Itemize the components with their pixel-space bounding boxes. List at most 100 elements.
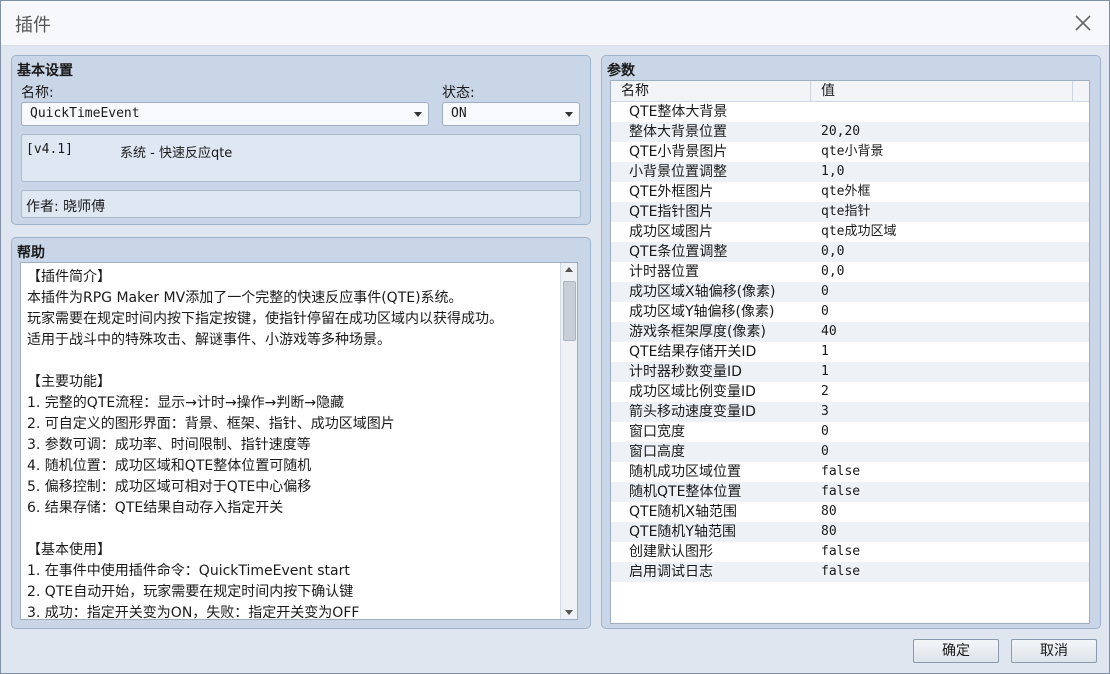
column-header-value[interactable]: 值 [811, 81, 1073, 101]
close-icon [1075, 15, 1091, 31]
column-header-name[interactable]: 名称 [611, 81, 811, 101]
param-name: 创建默认图形 [629, 544, 713, 560]
table-row[interactable]: 计时器位置 0,0 [611, 262, 1089, 282]
param-name: 整体大背景位置 [629, 124, 727, 140]
parameter-rows: QTE整体大背景 整体大背景位置 20,20 QTE小背景图片 qte小背景小背景位置调… [611, 102, 1089, 582]
status-value: ON [451, 106, 467, 121]
table-row[interactable]: QTE整体大背景 [611, 102, 1089, 122]
chevron-down-icon [565, 112, 573, 117]
cancel-button[interactable]: 取消 [1011, 639, 1097, 663]
table-row[interactable]: 成功区域X轴偏移(像素) 0 [611, 282, 1089, 302]
param-name: 窗口高度 [629, 444, 685, 460]
help-title: 帮助 [17, 245, 45, 261]
basic-settings-panel: 基本设置 名称: 状态: QuickTimeEvent ON [v4.1] 系统… [11, 55, 591, 225]
plugin-dialog: 插件 基本设置 名称: 状态: QuickTimeEvent ON [v4.1]… [0, 0, 1110, 674]
param-name: QTE指针图片 [629, 204, 714, 220]
table-row[interactable]: 随机成功区域位置 false [611, 462, 1089, 482]
table-row[interactable]: QTE随机X轴范围 80 [611, 502, 1089, 522]
help-line: 2. 可自定义的图形界面：背景、框架、指针、成功区域图片 [27, 416, 395, 432]
author-box: 作者: 晓师傅 [21, 190, 581, 218]
param-value: 0,0 [821, 244, 845, 259]
table-row[interactable]: 整体大背景位置 20,20 [611, 122, 1089, 142]
basic-settings-title: 基本设置 [17, 63, 73, 79]
close-button[interactable] [1071, 11, 1095, 35]
plugin-description: 系统 - 快速反应qte [120, 146, 233, 161]
parameters-table: 名称 值 QTE整体大背景 整体大背景位置 20,20 QTE小背景图片 qte小背景小… [610, 80, 1090, 624]
table-row[interactable]: QTE小背景图片 qte小背景 [611, 142, 1089, 162]
table-row[interactable]: 窗口高度 0 [611, 442, 1089, 462]
param-value: 0 [821, 424, 829, 439]
status-select[interactable]: ON [442, 102, 580, 126]
param-value: 2 [821, 384, 829, 399]
description-box: [v4.1] 系统 - 快速反应qte [21, 134, 581, 182]
param-value: 3 [821, 404, 829, 419]
param-name: 成功区域Y轴偏移(像素) [629, 304, 775, 320]
help-line: 【插件简介】 [27, 269, 111, 285]
help-line: 3. 成功：指定开关变为ON，失败：指定开关变为OFF [27, 605, 360, 620]
status-label: 状态: [442, 85, 475, 101]
param-value: 0 [821, 444, 829, 459]
help-line [27, 519, 557, 540]
param-value: 0 [821, 304, 829, 319]
param-name: QTE整体大背景 [629, 104, 728, 120]
param-name: 成功区域比例变量ID [629, 384, 756, 400]
table-row[interactable]: 成功区域比例变量ID 2 [611, 382, 1089, 402]
param-value: 40 [821, 324, 837, 339]
help-scrollbar[interactable] [560, 263, 577, 619]
table-row[interactable]: QTE外框图片 qte外框 [611, 182, 1089, 202]
help-line: 5. 偏移控制：成功区域可相对于QTE中心偏移 [27, 479, 312, 495]
table-row[interactable]: QTE随机Y轴范围 80 [611, 522, 1089, 542]
param-name: 成功区域X轴偏移(像素) [629, 284, 776, 300]
title-bar: 插件 [1, 1, 1109, 46]
help-line: 4. 随机位置：成功区域和QTE整体位置可随机 [27, 458, 312, 474]
table-row[interactable]: 启用调试日志 false [611, 562, 1089, 582]
param-value: 0,0 [821, 264, 845, 279]
table-row[interactable]: 小背景位置调整 1,0 [611, 162, 1089, 182]
param-name: QTE外框图片 [629, 184, 714, 200]
param-value: 1,0 [821, 164, 845, 179]
scroll-thumb[interactable] [563, 281, 576, 341]
param-value: 20,20 [821, 124, 861, 139]
parameters-panel: 参数 名称 值 QTE整体大背景 整体大背景位置 20,20 QTE小背景图片 qte小… [601, 55, 1101, 629]
help-line: 6. 结果存储：QTE结果自动存入指定开关 [27, 500, 284, 516]
table-row[interactable]: 成功区域Y轴偏移(像素) 0 [611, 302, 1089, 322]
plugin-name-select[interactable]: QuickTimeEvent [21, 102, 429, 126]
parameters-title: 参数 [607, 63, 635, 79]
table-row[interactable]: QTE指针图片 qte指针 [611, 202, 1089, 222]
param-value: qte小背景 [821, 144, 884, 159]
scroll-down-arrow-icon[interactable] [561, 605, 577, 619]
table-row[interactable]: QTE条位置调整 0,0 [611, 242, 1089, 262]
table-row[interactable]: 成功区域图片 qte成功区域 [611, 222, 1089, 242]
window-title: 插件 [15, 15, 51, 36]
help-line: 2. QTE自动开始，玩家需要在规定时间内按下确认键 [27, 584, 354, 600]
plugin-version: [v4.1] [26, 142, 73, 157]
param-value: false [821, 564, 861, 579]
help-line: 适用于战斗中的特殊攻击、解谜事件、小游戏等多种场景。 [27, 332, 391, 348]
help-text: 【插件简介】本插件为RPG Maker MV添加了一个完整的快速反应事件(QTE… [27, 267, 557, 620]
table-row[interactable]: 创建默认图形 false [611, 542, 1089, 562]
param-name: 启用调试日志 [629, 564, 713, 580]
table-row[interactable]: 计时器秒数变量ID 1 [611, 362, 1089, 382]
table-row[interactable]: 游戏条框架厚度(像素) 40 [611, 322, 1089, 342]
table-row[interactable]: 箭头移动速度变量ID 3 [611, 402, 1089, 422]
param-name: 计时器秒数变量ID [629, 364, 742, 380]
table-header: 名称 值 [611, 81, 1089, 102]
plugin-name-value: QuickTimeEvent [30, 106, 140, 121]
table-row[interactable]: 随机QTE整体位置 false [611, 482, 1089, 502]
param-value: false [821, 464, 861, 479]
help-line: 本插件为RPG Maker MV添加了一个完整的快速反应事件(QTE)系统。 [27, 290, 463, 306]
param-name: QTE小背景图片 [629, 144, 728, 160]
param-value: qte外框 [821, 184, 871, 199]
param-name: 随机QTE整体位置 [629, 484, 742, 500]
param-value: qte指针 [821, 204, 871, 219]
help-line [27, 351, 557, 372]
param-value: false [821, 544, 861, 559]
param-value: 80 [821, 504, 837, 519]
table-row[interactable]: 窗口宽度 0 [611, 422, 1089, 442]
ok-button[interactable]: 确定 [913, 639, 999, 663]
param-name: 计时器位置 [629, 264, 699, 280]
help-line: 【主要功能】 [27, 374, 111, 390]
scroll-up-arrow-icon[interactable] [561, 263, 577, 277]
table-row[interactable]: QTE结果存储开关ID 1 [611, 342, 1089, 362]
help-textarea[interactable]: 【插件简介】本插件为RPG Maker MV添加了一个完整的快速反应事件(QTE… [20, 262, 578, 620]
